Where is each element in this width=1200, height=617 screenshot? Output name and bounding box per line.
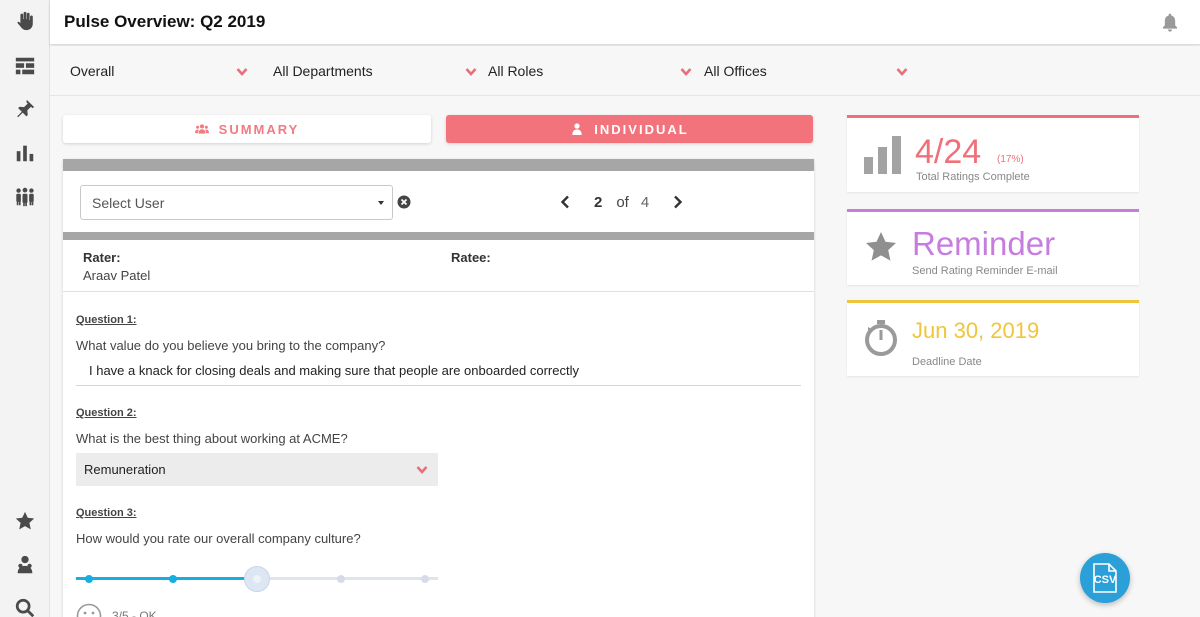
ratings-sub: Total Ratings Complete xyxy=(916,171,1030,183)
rating-score: 3/5 - OK xyxy=(76,603,157,617)
filter-label: All Roles xyxy=(488,63,544,79)
question-label: Question 2: xyxy=(76,407,137,419)
question-text: What is the best thing about working at … xyxy=(76,431,348,446)
ratee-label: Ratee: xyxy=(451,250,491,265)
slider-thumb[interactable] xyxy=(244,566,270,592)
search-icon[interactable] xyxy=(10,593,40,617)
filter-label: All Offices xyxy=(704,63,767,79)
tab-summary-label: SUMMARY xyxy=(218,121,300,137)
deadline-widget: Jun 30, 2019 Deadline Date xyxy=(847,300,1139,376)
slider-step[interactable] xyxy=(85,575,93,583)
individual-card: Select User 2 of 4 Rater: Araav Patel Ra… xyxy=(63,159,814,617)
deadline-value: Jun 30, 2019 xyxy=(912,318,1040,343)
caret-down-icon xyxy=(378,201,384,205)
deadline-sub: Deadline Date xyxy=(912,356,982,368)
ratings-widget: 4/24 (17%) Total Ratings Complete xyxy=(847,115,1139,192)
slider-fill xyxy=(76,577,257,580)
answer-dropdown[interactable]: Remuneration xyxy=(76,453,438,486)
page-title: Pulse Overview: Q2 2019 xyxy=(64,12,266,31)
question-text: What value do you believe you bring to t… xyxy=(76,338,386,353)
clear-icon[interactable] xyxy=(397,195,411,209)
reminder-widget[interactable]: Reminder Send Rating Reminder E-mail xyxy=(847,209,1139,285)
select-user-placeholder: Select User xyxy=(92,194,165,211)
widget-topline xyxy=(847,300,1139,303)
bar-chart-icon xyxy=(864,136,901,174)
filter-bar: Overall All Departments All Roles All Of… xyxy=(50,46,1200,96)
chevron-left-icon[interactable] xyxy=(558,194,572,210)
rater-label: Rater: xyxy=(83,250,121,265)
slider-step[interactable] xyxy=(337,575,345,583)
select-user-dropdown[interactable]: Select User xyxy=(80,185,393,220)
dashboard-icon[interactable] xyxy=(10,51,40,81)
user-icon xyxy=(572,123,582,135)
tab-individual[interactable]: INDIVIDUAL xyxy=(446,115,813,143)
bar-chart-icon[interactable] xyxy=(10,138,40,168)
pager-current: 2 xyxy=(594,193,603,211)
reminder-sub: Send Rating Reminder E-mail xyxy=(912,265,1058,277)
question-text: How would you rate our overall company c… xyxy=(76,531,361,546)
filter-offices[interactable]: All Offices xyxy=(704,46,919,96)
chevron-down-icon xyxy=(416,463,428,478)
ratings-percent: (17%) xyxy=(997,154,1024,165)
card-top-bar xyxy=(63,159,814,171)
widget-topline xyxy=(847,209,1139,212)
team-icon[interactable] xyxy=(10,182,40,212)
chevron-down-icon xyxy=(896,64,908,76)
chevron-down-icon xyxy=(236,64,248,76)
slider-step[interactable] xyxy=(421,575,429,583)
question-label: Question 1: xyxy=(76,314,137,326)
slider-step[interactable] xyxy=(169,575,177,583)
neutral-face-icon xyxy=(76,603,102,617)
rater-name: Araav Patel xyxy=(83,268,151,283)
bell-icon[interactable] xyxy=(1160,12,1180,32)
rating-slider[interactable] xyxy=(76,566,438,592)
star-icon[interactable] xyxy=(10,506,40,536)
chevron-down-icon xyxy=(465,64,477,76)
csv-label: CSV xyxy=(1093,574,1117,586)
tab-individual-label: INDIVIDUAL xyxy=(594,121,689,137)
header: Pulse Overview: Q2 2019 xyxy=(50,0,1200,45)
sidebar xyxy=(0,0,50,617)
pager-of: of xyxy=(616,193,629,211)
filter-label: All Departments xyxy=(273,63,373,79)
pager: 2 of 4 xyxy=(558,193,685,211)
star-icon xyxy=(866,232,896,261)
question-label: Question 3: xyxy=(76,507,137,519)
filter-departments[interactable]: All Departments xyxy=(273,46,488,96)
timer-icon xyxy=(865,320,897,356)
filter-label: Overall xyxy=(70,63,115,79)
chevron-down-icon xyxy=(680,64,692,76)
section-bar xyxy=(63,232,814,240)
rating-text: 3/5 - OK xyxy=(112,609,157,617)
widget-topline xyxy=(847,115,1139,118)
answer-dropdown-value: Remuneration xyxy=(84,462,166,477)
tab-summary[interactable]: SUMMARY xyxy=(63,115,431,143)
user-support-icon[interactable] xyxy=(10,550,40,580)
pager-total: 4 xyxy=(640,193,650,211)
ratings-value: 4/24 xyxy=(915,133,982,171)
chevron-right-icon[interactable] xyxy=(671,194,685,210)
answer-text: I have a knack for closing deals and mak… xyxy=(89,363,579,378)
users-icon xyxy=(194,124,209,134)
answer-underline xyxy=(76,385,801,386)
filter-roles[interactable]: All Roles xyxy=(488,46,703,96)
csv-export-button[interactable]: CSV xyxy=(1080,553,1130,603)
pin-icon[interactable] xyxy=(10,94,40,124)
reminder-value: Reminder xyxy=(912,225,1056,262)
hand-icon[interactable] xyxy=(10,6,40,36)
divider xyxy=(63,291,814,292)
filter-overall[interactable]: Overall xyxy=(70,46,260,96)
